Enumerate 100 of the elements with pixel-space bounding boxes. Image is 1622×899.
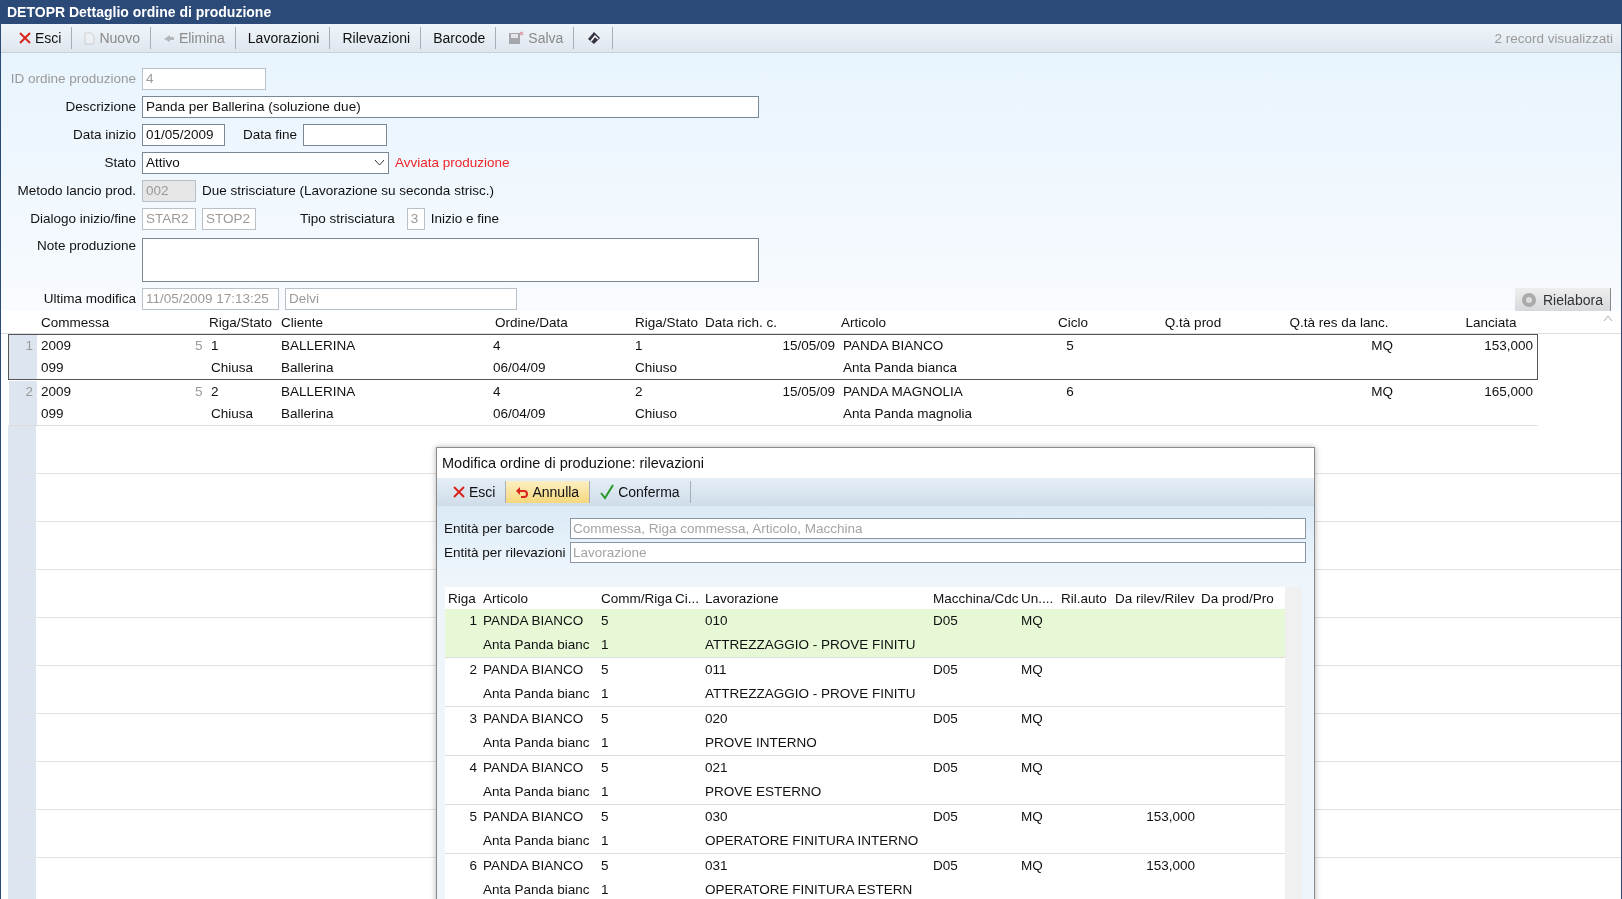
column-header[interactable]: Q.tà prod: [1129, 314, 1257, 330]
column-header[interactable]: Ciclo: [1017, 314, 1129, 330]
table-cell-text: D05: [933, 711, 959, 727]
chevron-down-icon: [374, 159, 385, 166]
table-cell-text: D05: [933, 858, 959, 874]
table-cell-text: 5: [601, 858, 610, 874]
field-label: Note produzione: [35, 238, 136, 253]
toolbar-button[interactable]: Esci: [9, 27, 73, 49]
table-cell-text: 030: [705, 809, 729, 825]
table-row[interactable]: 2 2009 099 5 2 Chiusa BALLERINA Ballerina 4 06/04/09 2 Chiuso 15/05/09 PANDA MAGNOLIA Anta Panda magnolia 6 MQ 165,000: [8, 380, 1538, 426]
table-row[interactable]: 1 2009 099 5 1 Chiusa BALLERINA Ballerina 4 06/04/09 1 Chiuso 15/05/09 PANDA BIANCO Anta Panda bianca 5 MQ 153,000: [8, 334, 1538, 380]
table-cell-text: 153,000: [1483, 338, 1533, 354]
column-header[interactable]: Ril.auto: [1058, 590, 1112, 606]
table-cell-text: 2009: [41, 338, 73, 354]
table-row[interactable]: 5 PANDA BIANCO Anta Panda bianc 5 1 030 OPERATORE FINITURA INTERNO D05 MQ 153,000: [445, 805, 1285, 854]
entity-field[interactable]: Commessa, Riga commessa, Articolo, Macchina: [570, 518, 1306, 539]
table-cell-text: Anta Panda bianc: [483, 735, 591, 751]
toolbar-button[interactable]: Conferma: [590, 481, 691, 503]
notes-field[interactable]: [142, 238, 759, 282]
column-header[interactable]: Articolo: [837, 314, 1017, 330]
toolbar-button[interactable]: Lavorazioni: [237, 27, 331, 49]
table-cell-text: OPERATORE FINITURA ESTERN: [705, 882, 914, 898]
table-cell-text: 2: [211, 384, 220, 400]
column-header[interactable]: Cliente: [277, 314, 491, 330]
field-label: Ultima modifica: [42, 291, 136, 306]
field-label: Entità per barcode: [444, 521, 556, 536]
column-header[interactable]: Riga: [445, 590, 480, 606]
table-cell-text: PANDA BIANCO: [483, 613, 585, 629]
table-cell-text: 5: [601, 613, 610, 629]
record-count: 2 record visualizzati: [1494, 30, 1613, 46]
description-field[interactable]: Panda per Ballerina (soluzione due): [142, 95, 759, 118]
table-cell-text: 5: [601, 662, 610, 678]
column-header[interactable]: Riga/Stato: [631, 314, 701, 330]
column-header[interactable]: Macchina/Cdc: [930, 590, 1018, 606]
table-cell-text: 4: [493, 384, 502, 400]
table-cell-text: Chiuso: [635, 360, 679, 376]
table-cell-text: PANDA BIANCO: [483, 662, 585, 678]
table-cell: 5: [195, 338, 203, 354]
table-cell-text: BALLERINA: [281, 338, 357, 354]
table-cell-text: 2: [468, 662, 477, 678]
toolbar-button[interactable]: Rilevazioni: [332, 27, 422, 49]
field-label: Dialogo inizio/fine: [29, 211, 136, 226]
table-cell-text: 2: [635, 384, 644, 400]
column-header[interactable]: Q.tà res da lanc.: [1257, 314, 1421, 330]
column-header[interactable]: Data rich. c.: [701, 314, 837, 330]
table-cell-text: 5: [601, 711, 610, 727]
table-cell-text: PROVE INTERNO: [705, 735, 818, 751]
column-header[interactable]: Riga/Stato: [205, 314, 277, 330]
table-row[interactable]: 1 PANDA BIANCO Anta Panda bianc 5 1 010 ATTREZZAGGIO - PROVE FINITU D05 MQ: [445, 609, 1285, 658]
field-label: Descrizione: [64, 99, 136, 114]
table-cell-text: D05: [933, 760, 959, 776]
status-dropdown[interactable]: Attivo: [142, 151, 389, 174]
table-cell-text: 5: [468, 809, 477, 825]
toolbar-button[interactable]: Annulla: [506, 481, 591, 503]
toolbar-button[interactable]: Barcode: [423, 27, 497, 49]
column-header[interactable]: Articolo: [480, 590, 598, 606]
column-header[interactable]: Da rilev/Rilev: [1112, 590, 1198, 606]
table-cell-text: Ballerina: [281, 406, 335, 422]
table-cell-text: 5: [601, 809, 610, 825]
table-cell-text: 099: [41, 360, 65, 376]
field-label: Metodo lancio prod.: [16, 183, 136, 198]
scroll-up-icon[interactable]: [1603, 315, 1613, 322]
table-cell-text: MQ: [1370, 338, 1393, 354]
table-cell-text: 15/05/09: [781, 384, 835, 400]
table-cell-text: 4: [468, 760, 477, 776]
table-cell-text: 165,000: [1483, 384, 1533, 400]
column-header[interactable]: Da prod/Pro: [1198, 590, 1285, 606]
table-cell-text: Chiuso: [635, 406, 679, 422]
column-header[interactable]: Ci...: [672, 590, 702, 606]
table-row[interactable]: 2 PANDA BIANCO Anta Panda bianc 5 1 011 ATTREZZAGGIO - PROVE FINITU D05 MQ: [445, 658, 1285, 707]
table-cell-text: MQ: [1021, 760, 1044, 776]
table-row[interactable]: 6 PANDA BIANCO Anta Panda bianc 5 1 031 OPERATORE FINITURA ESTERN D05 MQ 153,000: [445, 854, 1285, 899]
date-field[interactable]: 01/05/2009: [142, 123, 225, 146]
entity-field[interactable]: Lavorazione: [570, 542, 1306, 563]
column-header[interactable]: Lanciata: [1421, 314, 1561, 330]
column-header[interactable]: Ordine/Data: [491, 314, 631, 330]
table-cell-text: 06/04/09: [493, 406, 547, 422]
rielabora-button[interactable]: Rielabora: [1515, 288, 1611, 312]
table-cell-text: D05: [933, 662, 959, 678]
table-cell-text: PANDA MAGNOLIA: [843, 384, 964, 400]
table-cell-text: 6: [1065, 384, 1075, 400]
table-cell-text: 1: [635, 338, 644, 354]
table-row[interactable]: 4 PANDA BIANCO Anta Panda bianc 5 1 021 PROVE ESTERNO D05 MQ: [445, 756, 1285, 805]
method-description: Due strisciature (Lavorazione su seconda strisc.): [202, 183, 494, 198]
dialog-title: Modifica ordine di produzione: rilevazioni: [441, 454, 705, 473]
column-header[interactable]: Un....: [1018, 590, 1058, 606]
arrow-icon: [162, 33, 175, 43]
table-cell-text: 1: [601, 784, 610, 800]
table-cell-text: Anta Panda bianc: [483, 784, 591, 800]
column-header[interactable]: Commessa: [37, 314, 205, 330]
table-row[interactable]: 3 PANDA BIANCO Anta Panda bianc 5 1 020 PROVE INTERNO D05 MQ: [445, 707, 1285, 756]
window-title: DETOPR Dettaglio ordine di produzione: [1, 0, 1621, 24]
table-cell-text: 021: [705, 760, 729, 776]
column-header[interactable]: Comm/Riga: [598, 590, 672, 606]
date-field[interactable]: [303, 123, 388, 146]
table-cell-text: 031: [705, 858, 729, 874]
field-label: ID ordine produzione: [9, 71, 136, 86]
field-label: Data fine: [243, 127, 298, 142]
column-header[interactable]: Lavorazione: [702, 590, 930, 606]
table-cell-text: 2009: [41, 384, 73, 400]
